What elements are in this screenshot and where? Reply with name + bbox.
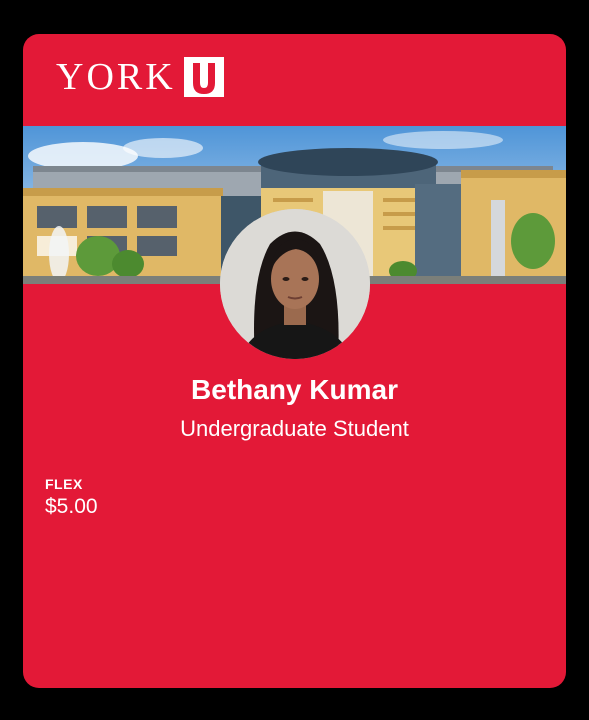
logo-u-mark — [183, 57, 224, 97]
u-mark-icon — [183, 57, 224, 97]
student-id-card[interactable]: YORK Bethany Kumar Undergraduate Student… — [23, 34, 566, 688]
student-role: Undergraduate Student — [180, 416, 409, 441]
student-avatar — [220, 209, 370, 359]
york-u-logo: YORK — [56, 56, 224, 98]
student-portrait-illustration — [220, 209, 370, 359]
logo-text: YORK — [56, 56, 176, 98]
flex-balance-value: $5.00 — [45, 495, 98, 518]
flex-balance-label: FLEX — [45, 476, 83, 492]
student-name: Bethany Kumar — [191, 374, 398, 405]
